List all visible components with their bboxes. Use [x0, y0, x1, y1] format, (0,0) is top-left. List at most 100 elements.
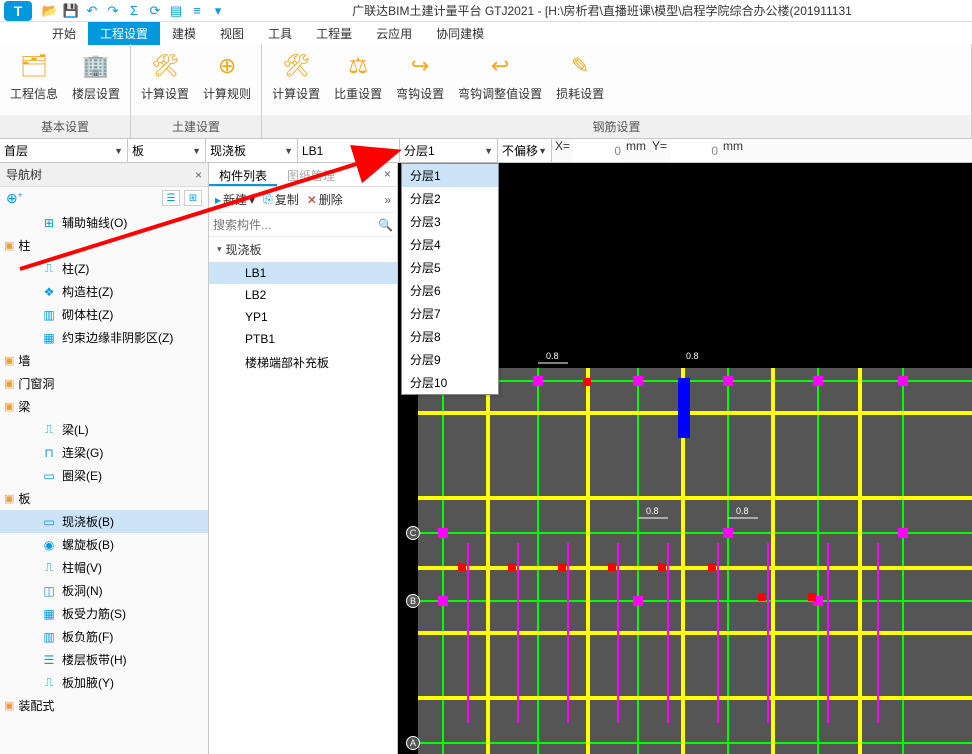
search-input[interactable] [213, 218, 378, 232]
layer-option[interactable]: 分层4 [402, 233, 498, 256]
component-item[interactable]: YP1 [209, 306, 397, 328]
qat-sum-icon[interactable]: Σ [126, 3, 142, 19]
nav-tree: ⊞辅助轴线(O)▣柱⎍柱(Z)❖构造柱(Z)▥砌体柱(Z)▦约束边缘非阴影区(Z… [0, 209, 208, 754]
menu-collab[interactable]: 协同建模 [424, 22, 496, 45]
hook-adjust-button[interactable]: ↩弯钩调整值设置 [456, 48, 544, 104]
tree-item[interactable]: ⎍柱帽(V) [0, 556, 208, 579]
search-icon[interactable]: 🔍 [378, 218, 393, 232]
delete-button[interactable]: ✕删除 [307, 191, 343, 208]
tree-group[interactable]: ▣梁 [0, 395, 208, 418]
tree-item[interactable]: ⊓连梁(G) [0, 441, 208, 464]
project-info-button[interactable]: 🗂工程信息 [8, 48, 60, 104]
tree-item[interactable]: ◉螺旋板(B) [0, 533, 208, 556]
tree-item[interactable]: ▦板受力筋(S) [0, 602, 208, 625]
tree-item[interactable]: ▭圈梁(E) [0, 464, 208, 487]
x-input[interactable] [573, 139, 623, 162]
qat-chart-icon[interactable]: ▤ [168, 3, 184, 19]
folder-icon: ▣ [4, 492, 14, 505]
component-group[interactable]: 现浇板 [209, 237, 397, 262]
close-icon[interactable]: × [378, 163, 397, 186]
qat-more-icon[interactable]: ▾ [210, 3, 226, 19]
floor-settings-button[interactable]: 🏢楼层设置 [70, 48, 122, 104]
tree-group[interactable]: ▣墙 [0, 349, 208, 372]
calc-settings-button[interactable]: 🛠计算设置 [139, 48, 191, 104]
layer-option[interactable]: 分层10 [402, 371, 498, 394]
tree-group[interactable]: ▣门窗洞 [0, 372, 208, 395]
tree-item[interactable]: ▥板负筋(F) [0, 625, 208, 648]
tree-group[interactable]: ▣装配式 [0, 694, 208, 717]
tree-item[interactable]: ⎍板加腋(Y) [0, 671, 208, 694]
layer-option[interactable]: 分层6 [402, 279, 498, 302]
layer-option[interactable]: 分层8 [402, 325, 498, 348]
layer-option[interactable]: 分层9 [402, 348, 498, 371]
qat-redo-icon[interactable]: ↷ [105, 3, 121, 19]
tree-item[interactable]: ▭现浇板(B) [0, 510, 208, 533]
qat-settings-icon[interactable]: ≡ [189, 3, 205, 19]
qat-save-icon[interactable]: 💾 [63, 3, 79, 19]
view-grid-icon[interactable]: ⊞ [184, 190, 202, 206]
rebar-calc-icon: 🛠 [280, 50, 312, 82]
qat-undo-icon[interactable]: ↶ [84, 3, 100, 19]
x-unit: mm [623, 139, 649, 162]
y-input[interactable] [670, 139, 720, 162]
more-icon[interactable]: » [384, 193, 391, 207]
nav-expand-icon[interactable]: ⊕+ [6, 190, 22, 207]
component-combo[interactable]: LB1▼ [298, 139, 400, 162]
layer-option[interactable]: 分层1 [402, 164, 498, 187]
tree-group[interactable]: ▣板 [0, 487, 208, 510]
component-item[interactable]: LB1 [209, 262, 397, 284]
layer-option[interactable]: 分层3 [402, 210, 498, 233]
floor-combo[interactable]: 首层▼ [0, 139, 128, 162]
calc-rules-button[interactable]: ⊕计算规则 [201, 48, 253, 104]
weight-icon: ⚖ [342, 50, 374, 82]
component-toolbar: ▸新建 ▾ ⎘复制 ✕删除 » [209, 187, 397, 213]
rebar-calc-button[interactable]: 🛠计算设置 [270, 48, 322, 104]
folder-icon: ▣ [4, 354, 14, 367]
type-combo[interactable]: 现浇板▼ [206, 139, 298, 162]
tree-item[interactable]: ❖构造柱(Z) [0, 280, 208, 303]
hook-settings-button[interactable]: ↪弯钩设置 [394, 48, 446, 104]
menu-quantity[interactable]: 工程量 [304, 22, 364, 45]
component-item[interactable]: LB2 [209, 284, 397, 306]
tree-item[interactable]: ◫板洞(N) [0, 579, 208, 602]
layer-option[interactable]: 分层2 [402, 187, 498, 210]
offset-combo[interactable]: 不偏移▼ [498, 139, 552, 162]
weight-settings-button[interactable]: ⚖比重设置 [332, 48, 384, 104]
tree-item[interactable]: ⊞辅助轴线(O) [0, 211, 208, 234]
layer-option[interactable]: 分层5 [402, 256, 498, 279]
layer-dropdown-popup: 分层1分层2分层3分层4分层5分层6分层7分层8分层9分层10 [401, 163, 499, 395]
copy-button[interactable]: ⎘复制 [263, 191, 299, 208]
tree-item[interactable]: ☰楼层板带(H) [0, 648, 208, 671]
tab-component-list[interactable]: 构件列表 [209, 163, 277, 186]
component-item[interactable]: 楼梯端部补充板 [209, 350, 397, 375]
menu-project-settings[interactable]: 工程设置 [88, 22, 160, 45]
category-combo[interactable]: 板▼ [128, 139, 206, 162]
qat-open-icon[interactable]: 📂 [42, 3, 58, 19]
tree-item[interactable]: ▥砌体柱(Z) [0, 303, 208, 326]
tab-drawing-mgmt[interactable]: 图纸管理 [277, 163, 345, 186]
component-item[interactable]: PTB1 [209, 328, 397, 350]
element-icon: ◉ [42, 538, 56, 552]
menu-start[interactable]: 开始 [40, 22, 88, 45]
view-list-icon[interactable]: ☰ [162, 190, 180, 206]
new-button[interactable]: ▸新建 ▾ [215, 191, 255, 208]
grid-label-c: C [406, 526, 420, 540]
menu-cloud[interactable]: 云应用 [364, 22, 424, 45]
floor-settings-icon: 🏢 [80, 50, 112, 82]
menu-tools[interactable]: 工具 [256, 22, 304, 45]
loss-settings-button[interactable]: ✎损耗设置 [554, 48, 606, 104]
close-icon[interactable]: × [195, 168, 202, 182]
ribbon: 🗂工程信息 🏢楼层设置 基本设置 🛠计算设置 ⊕计算规则 土建设置 🛠计算设置 … [0, 44, 972, 139]
tree-item[interactable]: ⎍柱(Z) [0, 257, 208, 280]
menu-view[interactable]: 视图 [208, 22, 256, 45]
qat-refresh-icon[interactable]: ⟳ [147, 3, 163, 19]
menu-modeling[interactable]: 建模 [160, 22, 208, 45]
tree-group[interactable]: ▣柱 [0, 234, 208, 257]
ribbon-group-title: 基本设置 [0, 115, 130, 138]
nav-panel-title: 导航树 [6, 166, 42, 183]
tree-item[interactable]: ⎍梁(L) [0, 418, 208, 441]
layer-combo[interactable]: 分层1▼ [400, 139, 498, 162]
layer-option[interactable]: 分层7 [402, 302, 498, 325]
tree-item[interactable]: ▦约束边缘非阴影区(Z) [0, 326, 208, 349]
element-icon: ❖ [42, 285, 56, 299]
